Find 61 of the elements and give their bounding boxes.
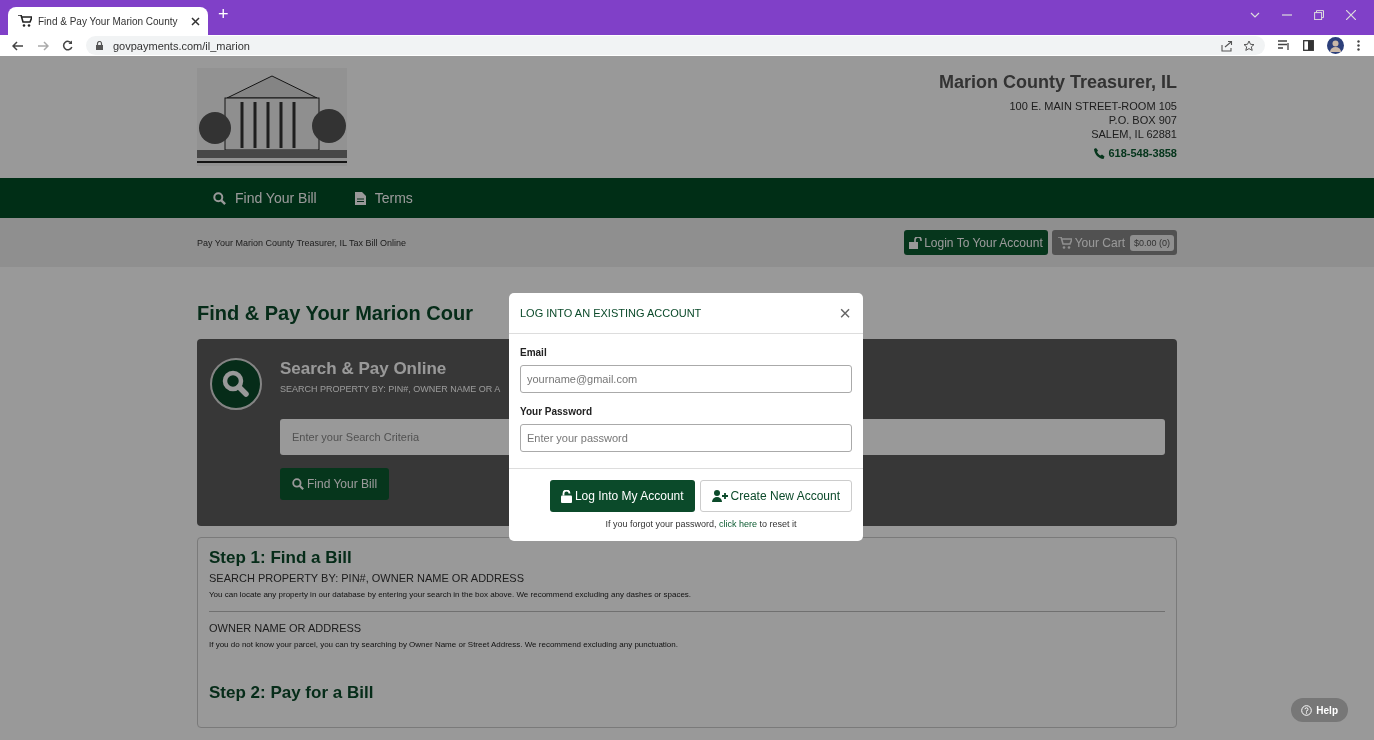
search-icon <box>292 478 304 490</box>
url-text: govpayments.com/il_marion <box>113 39 250 52</box>
email-field[interactable]: yourname@gmail.com <box>520 365 852 393</box>
tagline: Pay Your Marion County Treasurer, IL Tax Bill Online <box>197 237 407 248</box>
field-label: Your Password <box>520 406 594 417</box>
section-text: You can locate any property in our database by entering your search in the box above. We recommend excluding any dashes or spaces. <box>209 590 693 599</box>
panel-subtitle: SEARCH PROPERTY BY: PIN#, OWNER NAME OR A <box>280 384 501 394</box>
restore-icon[interactable] <box>1314 9 1324 20</box>
phone-number[interactable]: 618-548-3858 <box>1108 147 1177 159</box>
forgot-password-text: If you forgot your password, click here to reset it <box>604 519 798 529</box>
reload-icon[interactable] <box>62 40 73 51</box>
nav-link[interactable]: Terms <box>354 190 413 206</box>
section-heading: SEARCH PROPERTY BY: PIN#, OWNER NAME OR ADDRESS <box>209 572 525 584</box>
step-title: Step 2: Pay for a Bill <box>209 683 375 703</box>
side-panel-icon[interactable] <box>1303 40 1314 51</box>
lock-icon <box>96 41 103 50</box>
star-icon[interactable] <box>1243 39 1255 52</box>
phone-icon <box>1094 147 1106 159</box>
playlist-icon[interactable] <box>1278 40 1290 51</box>
login-button[interactable]: Log Into My Account <box>549 480 695 512</box>
help-icon <box>1301 704 1313 716</box>
field-label: Email <box>520 347 548 358</box>
close-icon[interactable] <box>191 16 200 26</box>
cart-icon <box>18 15 32 27</box>
browser-tab[interactable]: Find & Pay Your Marion County <box>8 7 208 35</box>
close-button[interactable]: × <box>837 301 853 325</box>
section-text: If you do not know your parcel, you can try searching by Owner Name or Street Address. We recommend excluding any punctuation. <box>209 640 679 649</box>
step-title: Step 1: Find a Bill <box>209 548 353 568</box>
address-line: P.O. BOX 907 <box>1107 113 1177 127</box>
share-icon[interactable] <box>1221 39 1233 52</box>
login-button[interactable]: Login To Your Account <box>904 230 1048 255</box>
cart-button[interactable]: Your Cart $0.00 (0) <box>1051 230 1177 255</box>
minimize-icon[interactable] <box>1282 13 1292 16</box>
create-account-button[interactable]: Create New Account <box>699 480 852 512</box>
cart-icon <box>1057 236 1072 249</box>
panel-title: Search & Pay Online <box>280 359 448 379</box>
help-button[interactable]: Help <box>1291 698 1348 722</box>
cart-total-badge: $0.00 (0) <box>1129 234 1174 251</box>
dialog-title: LOG INTO AN EXISTING ACCOUNT <box>520 307 702 319</box>
reset-link[interactable]: click here <box>719 519 758 529</box>
menu-icon[interactable] <box>1357 40 1360 51</box>
section-heading: OWNER NAME OR ADDRESS <box>209 622 363 634</box>
new-tab-button[interactable]: + <box>214 4 233 25</box>
address-line: SALEM, IL 62881 <box>1090 127 1177 141</box>
back-icon[interactable] <box>12 40 24 51</box>
avatar-icon[interactable] <box>1327 37 1344 54</box>
document-icon <box>354 191 366 205</box>
organization-title: Marion County Treasurer, IL <box>938 72 1177 93</box>
address-line: 100 E. MAIN STREET-ROOM 105 <box>1008 99 1177 113</box>
address-bar[interactable]: govpayments.com/il_marion <box>86 36 1265 55</box>
password-field[interactable]: Enter your password <box>520 424 852 452</box>
unlock-icon <box>909 236 923 249</box>
unlock-icon <box>560 489 573 503</box>
search-icon <box>213 191 226 205</box>
search-icon <box>209 357 263 411</box>
chevron-down-icon[interactable] <box>1250 11 1260 18</box>
page-title: Find & Pay Your Marion Cour <box>197 302 473 325</box>
nav-link[interactable]: Find Your Bill <box>213 190 317 206</box>
add-user-icon <box>711 490 728 502</box>
tab-title: Find & Pay Your Marion County <box>38 15 179 27</box>
find-bill-button[interactable]: Find Your Bill <box>280 468 390 500</box>
